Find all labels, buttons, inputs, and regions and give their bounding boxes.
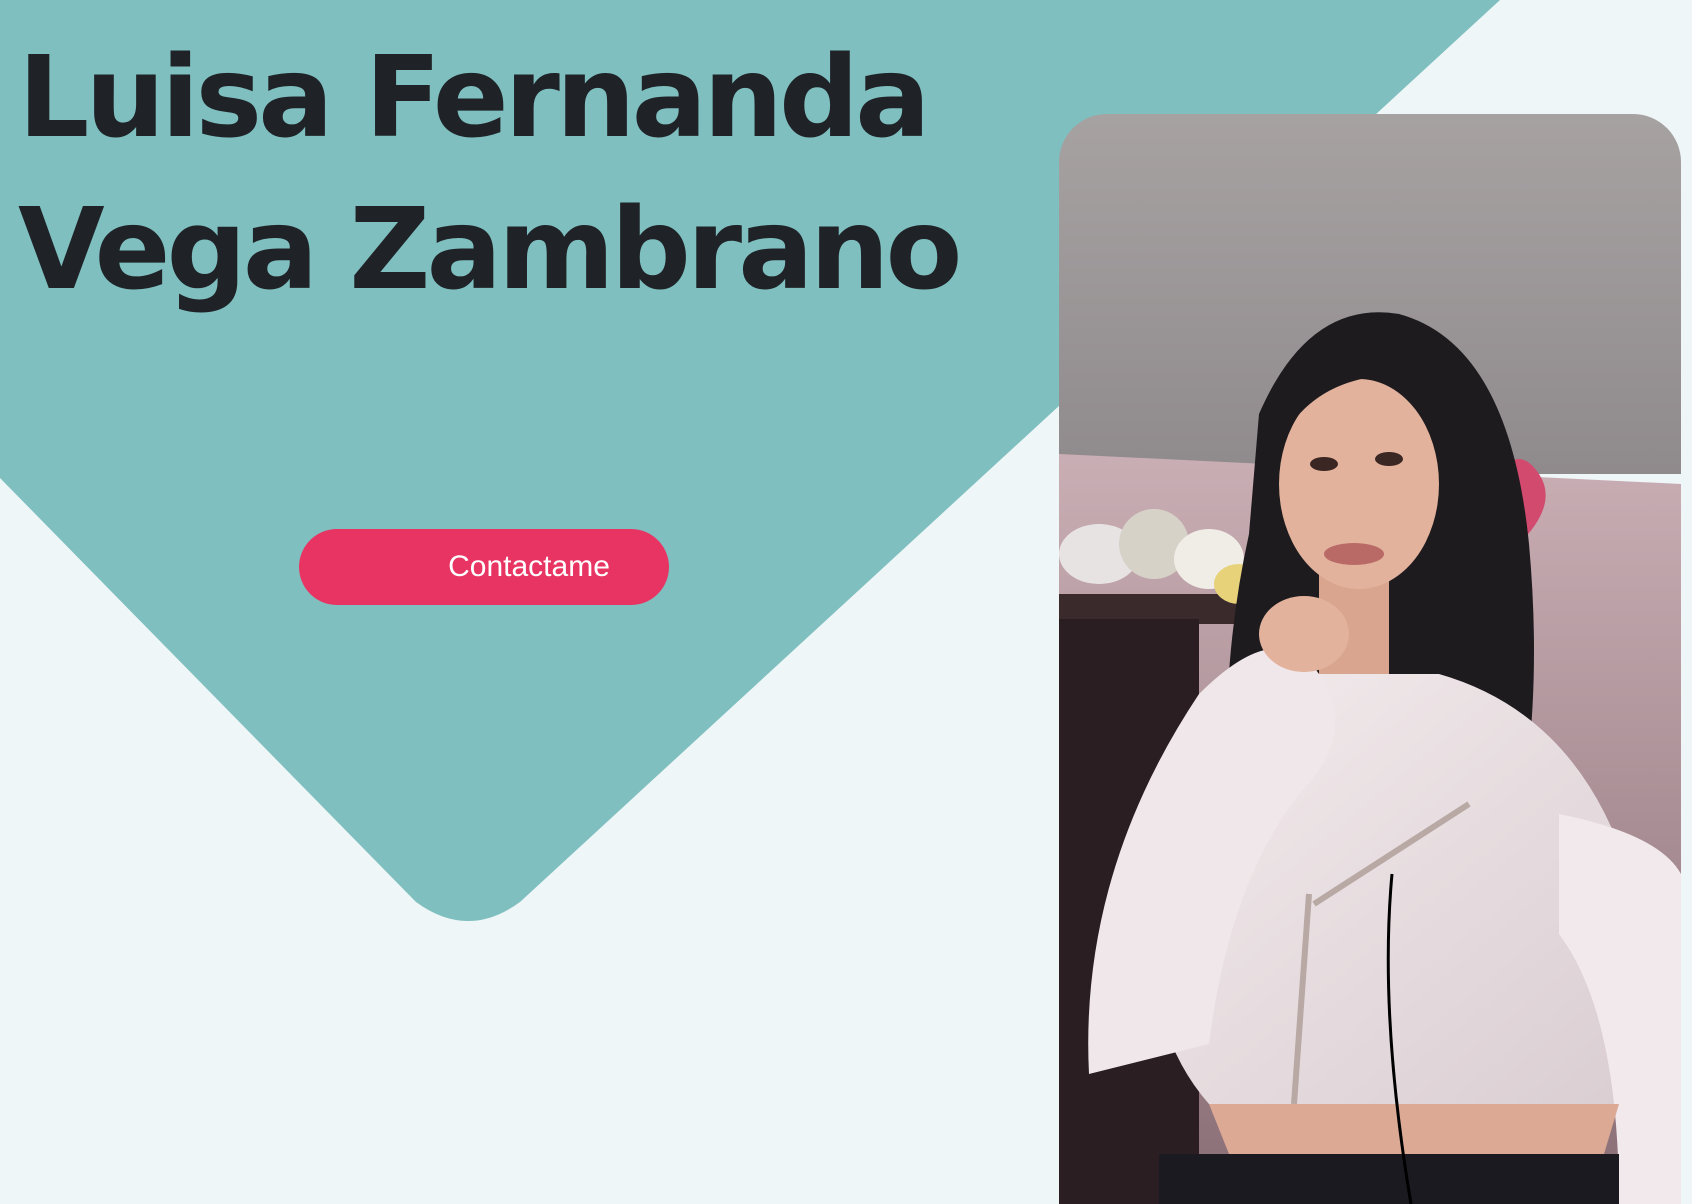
hero-name-heading: Luisa Fernanda Vega Zambrano xyxy=(18,22,962,326)
profile-photo xyxy=(1059,114,1681,1204)
contact-button[interactable]: Contactame xyxy=(299,529,669,605)
hero-section: Luisa Fernanda Vega Zambrano Contactame xyxy=(0,0,1692,1204)
name-line-2: Vega Zambrano xyxy=(18,185,962,315)
name-line-1: Luisa Fernanda xyxy=(18,33,931,163)
portrait-illustration xyxy=(1059,114,1681,1204)
